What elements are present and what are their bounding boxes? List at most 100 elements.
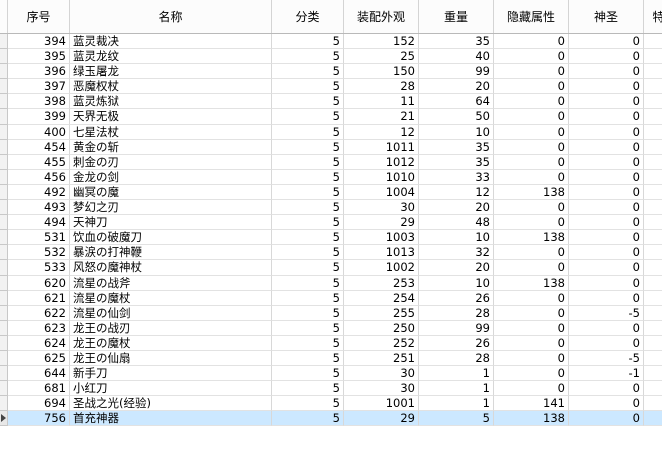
table-row[interactable]: 493 梦幻之刃 5 30 20 0 0 bbox=[0, 200, 662, 216]
cell-id[interactable]: 620 bbox=[8, 275, 70, 291]
row-selector[interactable] bbox=[0, 139, 8, 155]
cell-special[interactable] bbox=[644, 245, 662, 261]
cell-weight[interactable]: 40 bbox=[419, 49, 494, 65]
cell-hidden-attr[interactable]: 0 bbox=[494, 109, 569, 125]
row-selector[interactable] bbox=[0, 79, 8, 95]
cell-category[interactable]: 5 bbox=[272, 215, 344, 231]
cell-name[interactable]: 流星の战斧 bbox=[70, 275, 272, 291]
cell-holy[interactable]: 0 bbox=[569, 139, 644, 155]
cell-appearance[interactable]: 254 bbox=[344, 290, 419, 306]
cell-weight[interactable]: 1 bbox=[419, 396, 494, 412]
cell-holy[interactable]: 0 bbox=[569, 396, 644, 412]
row-selector[interactable] bbox=[0, 366, 8, 382]
cell-appearance[interactable]: 11 bbox=[344, 94, 419, 110]
cell-special[interactable] bbox=[644, 291, 662, 306]
row-selector[interactable] bbox=[0, 230, 8, 246]
cell-name[interactable]: 蓝灵龙纹 bbox=[70, 49, 272, 65]
cell-appearance[interactable]: 251 bbox=[344, 350, 419, 367]
cell-weight[interactable]: 10 bbox=[419, 230, 494, 246]
cell-id[interactable]: 456 bbox=[8, 169, 70, 185]
row-selector[interactable] bbox=[0, 411, 8, 427]
table-row[interactable]: 694 圣战之光(经验) 5 1001 1 141 0 bbox=[0, 396, 662, 412]
table-row[interactable]: 624 龙王の魔杖 5 252 26 0 0 bbox=[0, 335, 662, 351]
cell-appearance[interactable]: 29 bbox=[344, 411, 419, 427]
row-selector[interactable] bbox=[0, 109, 8, 125]
cell-hidden-attr[interactable]: 0 bbox=[494, 245, 569, 261]
cell-holy[interactable]: 0 bbox=[569, 94, 644, 110]
cell-category[interactable]: 5 bbox=[272, 94, 344, 110]
table-row[interactable]: 532 暴涙の打神鞭 5 1013 32 0 0 bbox=[0, 245, 662, 261]
cell-holy[interactable]: 0 bbox=[569, 290, 644, 306]
cell-weight[interactable]: 20 bbox=[419, 260, 494, 276]
cell-appearance[interactable]: 29 bbox=[344, 215, 419, 231]
cell-name[interactable]: 风怒の魔神杖 bbox=[70, 260, 272, 276]
cell-appearance[interactable]: 21 bbox=[344, 109, 419, 125]
cell-category[interactable]: 5 bbox=[272, 335, 344, 351]
cell-id[interactable]: 533 bbox=[8, 260, 70, 276]
table-row[interactable]: 681 小红刀 5 30 1 0 0 bbox=[0, 381, 662, 397]
cell-appearance[interactable]: 255 bbox=[344, 305, 419, 321]
cell-weight[interactable]: 26 bbox=[419, 335, 494, 351]
row-selector[interactable] bbox=[0, 124, 8, 140]
cell-name[interactable]: 小红刀 bbox=[70, 381, 272, 397]
row-selector-header[interactable] bbox=[0, 0, 8, 33]
cell-name[interactable]: 新手刀 bbox=[70, 366, 272, 382]
cell-special[interactable] bbox=[644, 155, 662, 170]
cell-id[interactable]: 681 bbox=[8, 381, 70, 397]
cell-holy[interactable]: 0 bbox=[569, 109, 644, 125]
cell-appearance[interactable]: 1011 bbox=[344, 139, 419, 155]
cell-hidden-attr[interactable]: 138 bbox=[494, 184, 569, 201]
cell-id[interactable]: 394 bbox=[8, 34, 70, 50]
cell-appearance[interactable]: 12 bbox=[344, 124, 419, 140]
cell-name[interactable]: 龙王の战刃 bbox=[70, 320, 272, 336]
cell-hidden-attr[interactable]: 141 bbox=[494, 396, 569, 412]
cell-holy[interactable]: 0 bbox=[569, 184, 644, 201]
cell-weight[interactable]: 12 bbox=[419, 184, 494, 201]
table-row[interactable]: 492 幽冥の魔 5 1004 12 138 0 bbox=[0, 184, 662, 201]
cell-category[interactable]: 5 bbox=[272, 381, 344, 397]
cell-hidden-attr[interactable]: 0 bbox=[494, 49, 569, 65]
row-selector[interactable] bbox=[0, 215, 8, 231]
cell-weight[interactable]: 20 bbox=[419, 79, 494, 95]
cell-name[interactable]: 龙王の仙扇 bbox=[70, 350, 272, 367]
table-row[interactable]: 400 七星法杖 5 12 10 0 0 bbox=[0, 124, 662, 140]
cell-name[interactable]: 暴涙の打神鞭 bbox=[70, 245, 272, 261]
cell-holy[interactable]: 0 bbox=[569, 275, 644, 291]
cell-category[interactable]: 5 bbox=[272, 49, 344, 65]
cell-category[interactable]: 5 bbox=[272, 200, 344, 216]
table-row[interactable]: 625 龙王の仙扇 5 251 28 0 -5 bbox=[0, 350, 662, 367]
cell-special[interactable] bbox=[644, 260, 662, 276]
cell-holy[interactable]: -1 bbox=[569, 366, 644, 382]
cell-hidden-attr[interactable]: 0 bbox=[494, 94, 569, 110]
cell-category[interactable]: 5 bbox=[272, 139, 344, 155]
row-selector[interactable] bbox=[0, 350, 8, 367]
cell-weight[interactable]: 35 bbox=[419, 154, 494, 170]
cell-weight[interactable]: 10 bbox=[419, 275, 494, 291]
cell-hidden-attr[interactable]: 0 bbox=[494, 154, 569, 170]
cell-hidden-attr[interactable]: 0 bbox=[494, 64, 569, 80]
cell-weight[interactable]: 5 bbox=[419, 411, 494, 427]
cell-appearance[interactable]: 1012 bbox=[344, 154, 419, 170]
cell-weight[interactable]: 26 bbox=[419, 290, 494, 306]
cell-hidden-attr[interactable]: 0 bbox=[494, 169, 569, 185]
cell-weight[interactable]: 10 bbox=[419, 124, 494, 140]
row-selector[interactable] bbox=[0, 396, 8, 412]
cell-name[interactable]: 首充神器 bbox=[70, 411, 272, 427]
table-row[interactable]: 494 天神刀 5 29 48 0 0 bbox=[0, 215, 662, 231]
row-selector[interactable] bbox=[0, 34, 8, 50]
cell-appearance[interactable]: 1010 bbox=[344, 169, 419, 185]
cell-holy[interactable]: -5 bbox=[569, 305, 644, 321]
cell-holy[interactable]: 0 bbox=[569, 124, 644, 140]
cell-holy[interactable]: 0 bbox=[569, 215, 644, 231]
cell-id[interactable]: 492 bbox=[8, 184, 70, 201]
cell-weight[interactable]: 32 bbox=[419, 245, 494, 261]
row-selector[interactable] bbox=[0, 94, 8, 110]
cell-hidden-attr[interactable]: 138 bbox=[494, 411, 569, 427]
cell-hidden-attr[interactable]: 0 bbox=[494, 335, 569, 351]
cell-special[interactable] bbox=[644, 351, 662, 367]
cell-name[interactable]: 天界无极 bbox=[70, 109, 272, 125]
cell-weight[interactable]: 1 bbox=[419, 366, 494, 382]
table-row[interactable]: 399 天界无极 5 21 50 0 0 bbox=[0, 109, 662, 125]
cell-appearance[interactable]: 30 bbox=[344, 381, 419, 397]
table-row[interactable]: 398 蓝灵炼狱 5 11 64 0 0 bbox=[0, 94, 662, 110]
